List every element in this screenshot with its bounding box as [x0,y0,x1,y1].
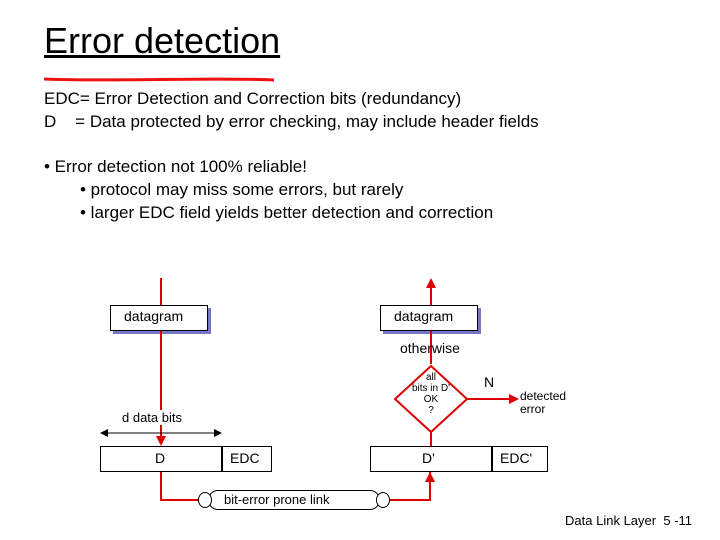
title-red-underline [44,76,274,83]
bullet-1: • protocol may miss some errors, but rar… [44,179,676,202]
definition-edc: EDC= Error Detection and Correction bits… [44,88,676,111]
label-decision: all bits in D' OK ? [408,372,454,416]
label-D-prime: D' [422,450,435,466]
label-detected-error: detected error [520,390,566,416]
bullet-2: • larger EDC field yields better detecti… [44,202,676,225]
d-data-bits-arrow [100,426,222,440]
arrow-N [467,392,519,406]
definition-d: D = Data protected by error checking, ma… [44,111,676,134]
label-D: D [155,450,165,466]
label-EDC-prime: EDC' [500,450,532,466]
label-otherwise: otherwise [400,340,460,356]
error-detection-diagram: datagram d data bits D EDC datagram othe… [100,278,620,508]
slide-title: Error detection [0,0,720,66]
label-link: bit-error prone link [224,492,330,507]
label-EDC: EDC [230,450,260,466]
slide-body: EDC= Error Detection and Correction bits… [0,66,720,225]
bullet-0: • Error detection not 100% reliable! [44,156,676,179]
footer-page: 5 -11 [663,513,692,528]
label-d-data-bits: d data bits [120,410,184,425]
bullet-list: • Error detection not 100% reliable! • p… [44,156,676,225]
footer-section: Data Link Layer [565,513,656,528]
slide-footer: Data Link Layer 5 -11 [565,513,692,528]
label-N: N [484,374,494,390]
